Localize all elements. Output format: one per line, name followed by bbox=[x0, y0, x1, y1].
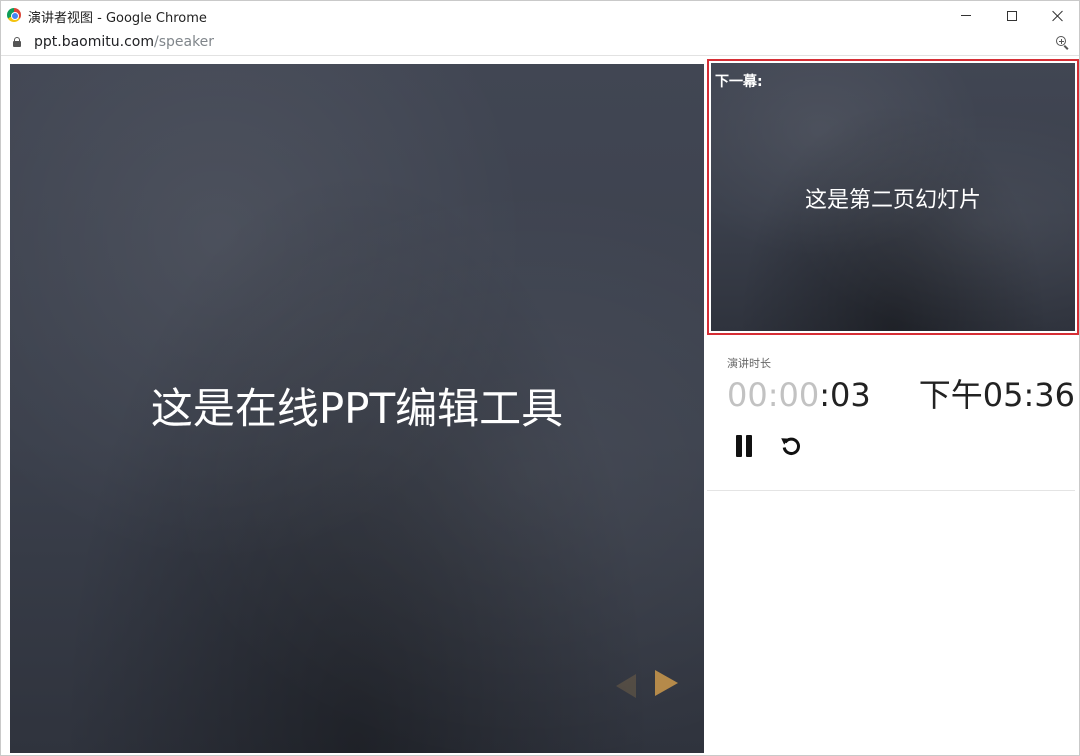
browser-window: 演讲者视图 - Google Chrome ppt.baomitu.com/sp… bbox=[0, 0, 1080, 756]
close-icon bbox=[1052, 10, 1064, 22]
title-bar: 演讲者视图 - Google Chrome bbox=[1, 1, 1079, 30]
lock-icon[interactable] bbox=[13, 37, 21, 47]
speaker-view: 这是在线PPT编辑工具 下一幕: 这是第二页幻灯片 演讲时长 00:00:03 … bbox=[1, 57, 1079, 755]
triangle-left-icon[interactable] bbox=[616, 674, 636, 698]
elapsed-time-live: :03 bbox=[819, 376, 871, 414]
window-title: 演讲者视图 - Google Chrome bbox=[28, 11, 207, 26]
next-slide-panel[interactable]: 下一幕: 这是第二页幻灯片 bbox=[707, 59, 1079, 335]
current-slide[interactable]: 这是在线PPT编辑工具 bbox=[10, 64, 704, 753]
zoom-in-icon[interactable] bbox=[1055, 35, 1071, 51]
elapsed-time: 00:00:03 bbox=[727, 375, 871, 415]
maximize-icon bbox=[1007, 10, 1017, 21]
minimize-icon bbox=[961, 15, 971, 16]
current-clock: 下午05:36 bbox=[918, 376, 1075, 414]
timer-label: 演讲时长 bbox=[727, 357, 771, 370]
url-text[interactable]: ppt.baomitu.com/speaker bbox=[34, 34, 214, 50]
minimize-button[interactable] bbox=[943, 1, 989, 30]
url-host: ppt.baomitu.com bbox=[34, 34, 154, 50]
reset-icon[interactable] bbox=[779, 434, 803, 458]
next-slide-text: 这是第二页幻灯片 bbox=[804, 188, 981, 213]
address-bar[interactable]: ppt.baomitu.com/speaker bbox=[1, 30, 1079, 56]
next-slide-preview[interactable]: 下一幕: 这是第二页幻灯片 bbox=[711, 63, 1075, 331]
pause-icon[interactable] bbox=[735, 435, 753, 457]
url-path: /speaker bbox=[153, 34, 215, 50]
close-button[interactable] bbox=[1035, 1, 1080, 30]
chrome-logo-icon bbox=[7, 8, 21, 22]
current-slide-text: 这是在线PPT编辑工具 bbox=[150, 384, 564, 433]
next-slide-label: 下一幕: bbox=[715, 74, 763, 90]
triangle-right-icon[interactable] bbox=[655, 670, 678, 696]
timer-section: 演讲时长 00:00:03 下午05:36 bbox=[707, 343, 1075, 491]
maximize-button[interactable] bbox=[989, 1, 1035, 30]
elapsed-time-dim: 00:00 bbox=[727, 376, 820, 414]
